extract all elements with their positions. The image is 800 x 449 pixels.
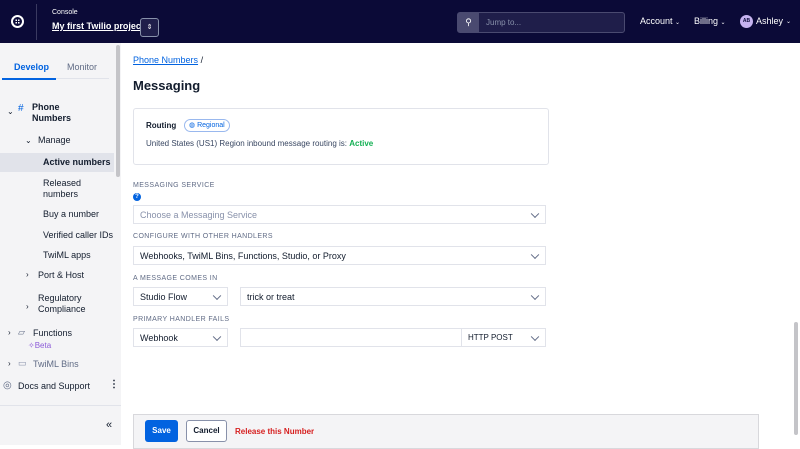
select-value: trick or treat xyxy=(247,291,295,302)
footer-bar: Save Cancel Release this Number xyxy=(133,414,759,449)
save-button[interactable]: Save xyxy=(145,420,178,442)
select-value: Studio Flow xyxy=(140,291,188,302)
chevron-down-icon[interactable]: ⌄ xyxy=(7,107,14,116)
sidebar-item-twiml-bins[interactable]: TwiML Bins xyxy=(33,359,79,370)
chevron-right-icon[interactable]: › xyxy=(8,328,11,337)
top-header: Console My first Twilio project ⇕ ⚲ Jump… xyxy=(0,0,800,43)
fails-url-input[interactable] xyxy=(240,328,462,347)
handlers-label: CONFIGURE WITH OTHER HANDLERS xyxy=(133,233,273,240)
bins-icon: ▭ xyxy=(18,358,27,368)
search-icon: ⚲ xyxy=(458,13,479,32)
comes-in-type-select[interactable]: Studio Flow xyxy=(133,287,228,306)
chevron-right-icon[interactable]: › xyxy=(26,270,29,279)
select-value: HTTP POST xyxy=(468,333,513,342)
sidebar-item-active-numbers[interactable]: Active numbers xyxy=(43,157,111,168)
routing-card: Routing ◍ Regional United States (US1) R… xyxy=(133,108,549,165)
studio-flow-select[interactable]: trick or treat xyxy=(240,287,546,306)
routing-status: Active xyxy=(349,139,374,148)
page-title: Messaging xyxy=(133,78,201,93)
routing-text: United States (US1) Region inbound messa… xyxy=(146,139,347,148)
project-name[interactable]: My first Twilio project xyxy=(52,21,144,31)
avatar: AB xyxy=(740,14,753,28)
sidebar-item-verified-caller-ids[interactable]: Verified caller IDs xyxy=(43,230,113,241)
help-icon[interactable]: ? xyxy=(133,193,141,201)
more-options-icon[interactable]: ⋮ xyxy=(109,379,119,390)
sidebar-item-buy-number[interactable]: Buy a number xyxy=(43,209,99,220)
breadcrumb-phone-numbers[interactable]: Phone Numbers xyxy=(133,55,198,65)
chevron-right-icon[interactable]: › xyxy=(26,302,29,311)
select-value: Choose a Messaging Service xyxy=(140,209,258,220)
user-menu[interactable]: AB Ashley ⌄ xyxy=(740,14,791,28)
chevron-right-icon[interactable]: › xyxy=(8,359,11,368)
cancel-button[interactable]: Cancel xyxy=(186,420,227,442)
sidebar: Develop Monitor ⌄ # Phone Numbers ⌄ Mana… xyxy=(0,43,121,445)
http-method-select[interactable]: HTTP POST xyxy=(461,328,546,347)
chevron-down-icon: ⌄ xyxy=(720,20,726,26)
billing-menu[interactable]: Billing ⌄ xyxy=(694,16,726,26)
select-value: Webhook xyxy=(140,332,178,343)
divider xyxy=(0,405,121,406)
search-box[interactable]: ⚲ Jump to... xyxy=(457,12,625,33)
chevron-down-icon xyxy=(530,209,540,218)
billing-label: Billing xyxy=(694,16,719,26)
sidebar-item-docs[interactable]: Docs and Support xyxy=(18,381,90,392)
console-label: Console xyxy=(52,9,78,16)
sidebar-item-regulatory[interactable]: Regulatory Compliance xyxy=(38,293,98,315)
divider xyxy=(36,4,37,40)
tab-active-indicator xyxy=(2,78,56,80)
account-menu[interactable]: Account ⌄ xyxy=(640,16,680,26)
functions-icon: ▱ xyxy=(18,327,25,337)
sidebar-item-manage[interactable]: Manage xyxy=(38,135,71,146)
beta-badge: ✧Beta xyxy=(28,341,51,350)
account-label: Account xyxy=(640,16,673,26)
beta-label: Beta xyxy=(34,341,52,350)
routing-title: Routing xyxy=(146,121,177,130)
select-value: Webhooks, TwiML Bins, Functions, Studio,… xyxy=(140,250,346,261)
chevron-down-icon xyxy=(212,291,222,300)
chevron-down-icon: ⌄ xyxy=(786,18,792,25)
fails-type-select[interactable]: Webhook xyxy=(133,328,228,347)
user-name: Ashley xyxy=(756,16,784,26)
messaging-service-label: MESSAGING SERVICE xyxy=(133,182,215,189)
collapse-sidebar-icon[interactable]: « xyxy=(106,419,112,431)
chevron-down-icon xyxy=(212,332,222,341)
regional-badge: ◍ Regional xyxy=(184,119,230,132)
sidebar-item-functions[interactable]: Functions xyxy=(33,328,72,339)
tab-monitor[interactable]: Monitor xyxy=(67,62,97,72)
search-input[interactable]: Jump to... xyxy=(486,18,521,27)
handlers-select[interactable]: Webhooks, TwiML Bins, Functions, Studio,… xyxy=(133,246,546,265)
breadcrumb-separator: / xyxy=(200,55,204,65)
tab-develop[interactable]: Develop xyxy=(14,62,49,72)
chevron-down-icon[interactable]: ⌄ xyxy=(25,136,32,145)
badge-label: Regional xyxy=(197,122,225,129)
messaging-service-select[interactable]: Choose a Messaging Service xyxy=(133,205,546,224)
main-content: Phone Numbers / Messaging Routing ◍ Regi… xyxy=(122,43,800,449)
sparkle-icon: ✧ xyxy=(28,341,35,350)
comes-in-label: A MESSAGE COMES IN xyxy=(133,275,218,282)
sidebar-item-released-numbers[interactable]: Released numbers xyxy=(43,178,93,200)
chevron-down-icon xyxy=(530,250,540,259)
fails-label: PRIMARY HANDLER FAILS xyxy=(133,316,230,323)
chevron-down-icon: ⌄ xyxy=(675,20,681,26)
sidebar-item-port-host[interactable]: Port & Host xyxy=(38,270,84,281)
sidebar-scrollbar[interactable] xyxy=(116,45,120,177)
globe-icon: ◍ xyxy=(189,122,196,129)
chevron-down-icon xyxy=(530,291,540,300)
release-number-link[interactable]: Release this Number xyxy=(235,427,314,436)
sidebar-item-phone-numbers[interactable]: Phone Numbers xyxy=(32,102,82,124)
support-icon: ◎ xyxy=(3,380,12,391)
hash-icon: # xyxy=(18,103,24,114)
chevron-down-icon xyxy=(530,332,540,341)
project-switcher-button[interactable]: ⇕ xyxy=(140,18,159,37)
sidebar-item-twiml-apps[interactable]: TwiML apps xyxy=(43,250,91,261)
twilio-logo-icon[interactable] xyxy=(11,15,24,28)
main-scrollbar[interactable] xyxy=(794,322,798,435)
